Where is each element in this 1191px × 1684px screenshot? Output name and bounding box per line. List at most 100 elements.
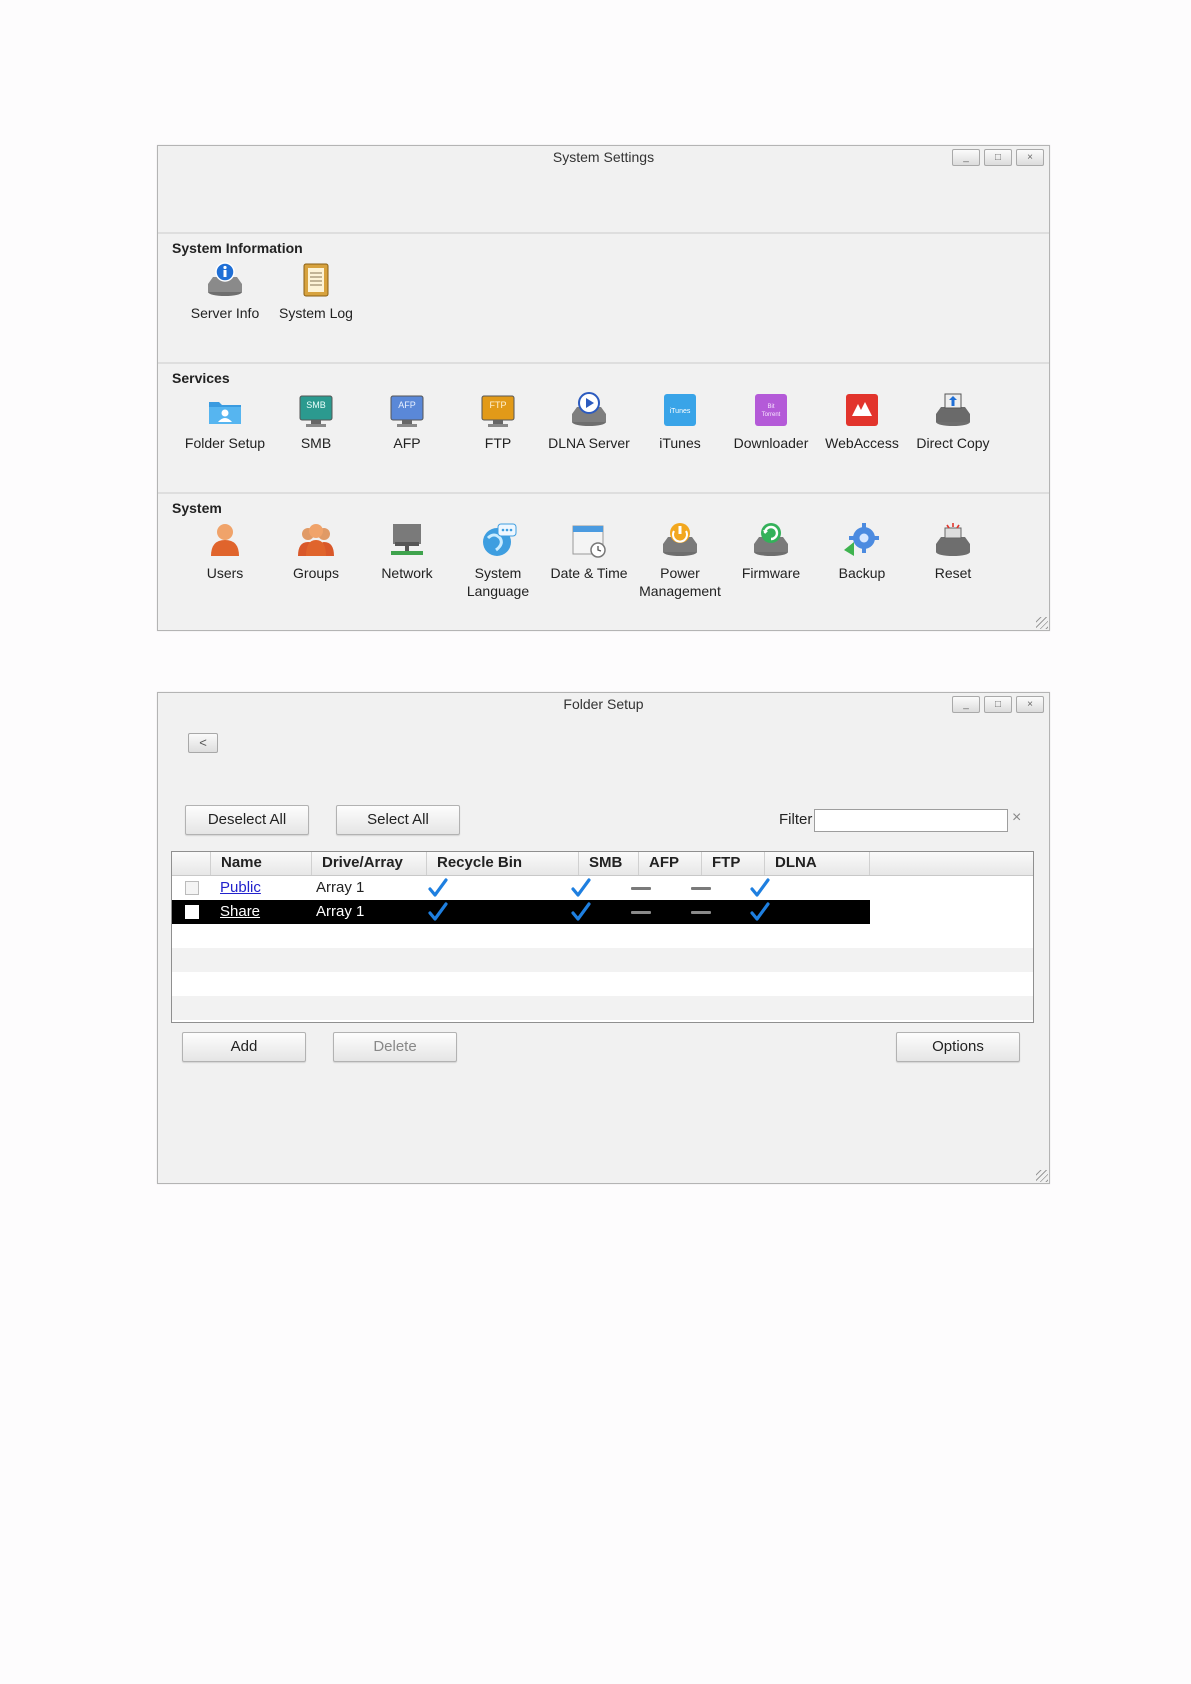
window-title: Folder Setup [563,696,644,712]
svg-text:FTP: FTP [490,400,507,410]
column-recycle-bin[interactable]: Recycle Bin [427,852,579,875]
section-system-information: System Information Server Info System Log [158,232,1049,362]
close-button[interactable]: × [1016,149,1044,166]
svg-text:SMB: SMB [306,400,326,410]
settings-item-itunes[interactable]: iTunes iTunes [632,392,728,452]
settings-item-afp[interactable]: AFP AFP [359,392,455,452]
column-dlna[interactable]: DLNA [765,852,870,875]
settings-item-downloader[interactable]: Bit Torrent Downloader [723,392,819,452]
column-ftp[interactable]: FTP [702,852,765,875]
dash-icon [630,900,652,924]
window-title: System Settings [552,149,655,165]
dash-icon [630,876,652,900]
settings-item-webaccess[interactable]: WebAccess [814,392,910,452]
downloader-icon: Bit Torrent [751,392,791,428]
settings-item-label: System Language [466,565,530,599]
smb-icon: SMB [296,392,336,428]
settings-item-label: Direct Copy [916,435,990,451]
power-management-icon [660,522,700,558]
section-title: Services [172,370,230,386]
settings-item-backup[interactable]: Backup [814,522,910,582]
ftp-icon: FTP [478,392,518,428]
backup-icon [842,522,882,558]
settings-item-system-language[interactable]: System Language [450,522,546,600]
settings-item-label: DLNA Server [548,435,630,451]
folder-name-link[interactable]: Public [220,876,261,900]
filter-input[interactable] [814,809,1008,832]
resize-grip[interactable] [1036,617,1048,629]
maximize-button[interactable]: □ [984,149,1012,166]
settings-item-power-management[interactable]: Power Management [632,522,728,600]
minimize-button[interactable]: _ [952,696,980,713]
column-drive-array[interactable]: Drive/Array [312,852,427,875]
check-icon [427,900,449,924]
settings-item-label: Groups [293,565,339,581]
afp-icon: AFP [387,392,427,428]
section-title: System [172,500,222,516]
settings-item-label: Firmware [741,565,801,581]
settings-item-label: Date & Time [550,565,628,581]
maximize-button[interactable]: □ [984,696,1012,713]
window-controls: _ □ × [952,696,1044,713]
settings-item-label: WebAccess [825,435,899,451]
settings-item-users[interactable]: Users [177,522,273,582]
row-checkbox[interactable] [185,905,199,919]
back-button[interactable]: < [188,733,218,753]
drive-array-cell: Array 1 [316,903,365,920]
close-button[interactable]: × [1016,696,1044,713]
filter-label: Filter [779,811,813,828]
svg-text:AFP: AFP [398,400,416,410]
settings-item-reset[interactable]: Reset [905,522,1001,582]
settings-item-network[interactable]: Network [359,522,455,582]
settings-item-firmware[interactable]: Firmware [723,522,819,582]
table-row[interactable]: Share Array 1 [172,900,1033,924]
empty-row [172,996,1033,1020]
settings-item-groups[interactable]: Groups [268,522,364,582]
dlna-server-icon [569,392,609,428]
webaccess-icon [842,392,882,428]
select-all-button[interactable]: Select All [336,805,460,835]
settings-item-direct-copy[interactable]: Direct Copy [905,392,1001,452]
table-row[interactable]: Public Array 1 [172,876,1033,900]
check-icon [570,900,592,924]
options-button[interactable]: Options [896,1032,1020,1062]
dash-icon [690,900,712,924]
settings-item-label: Reset [934,565,972,581]
row-checkbox[interactable] [185,881,199,895]
settings-item-label: Network [381,565,433,581]
section-title: System Information [172,240,303,256]
settings-item-dlna-server[interactable]: DLNA Server [541,392,637,452]
system-log-icon [296,262,336,298]
folder-setup-icon [205,392,245,428]
column-name[interactable]: Name [211,852,312,875]
table-header: Name Drive/Array Recycle Bin SMB AFP FTP… [172,852,1033,876]
settings-item-label: System Log [279,305,353,321]
deselect-all-button[interactable]: Deselect All [185,805,309,835]
minimize-button[interactable]: _ [952,149,980,166]
folder-setup-window: Folder Setup _ □ × < Deselect All Select… [157,692,1050,1184]
column-checkbox [172,852,211,875]
settings-item-label: iTunes [659,435,701,451]
add-button[interactable]: Add [182,1032,306,1062]
column-smb[interactable]: SMB [579,852,639,875]
users-icon [205,522,245,558]
folder-name-link[interactable]: Share [220,900,260,924]
settings-item-smb[interactable]: SMB SMB [268,392,364,452]
delete-button[interactable]: Delete [333,1032,457,1062]
network-icon [387,522,427,558]
settings-item-system-log[interactable]: System Log [268,262,364,322]
clear-filter-icon[interactable]: × [1012,809,1021,827]
svg-text:Torrent: Torrent [762,412,781,418]
settings-item-label: Folder Setup [184,435,266,451]
svg-text:iTunes: iTunes [670,408,691,415]
column-afp[interactable]: AFP [639,852,702,875]
settings-item-folder-setup[interactable]: Folder Setup [177,392,273,452]
section-system: System Users Groups Network System Language… [158,492,1049,628]
settings-item-server-info[interactable]: Server Info [177,262,273,322]
settings-item-label: AFP [393,435,421,451]
settings-item-ftp[interactable]: FTP FTP [450,392,546,452]
settings-item-date-time[interactable]: Date & Time [541,522,637,582]
check-icon [749,900,771,924]
settings-item-label: Server Info [190,305,260,321]
resize-grip[interactable] [1036,1170,1048,1182]
